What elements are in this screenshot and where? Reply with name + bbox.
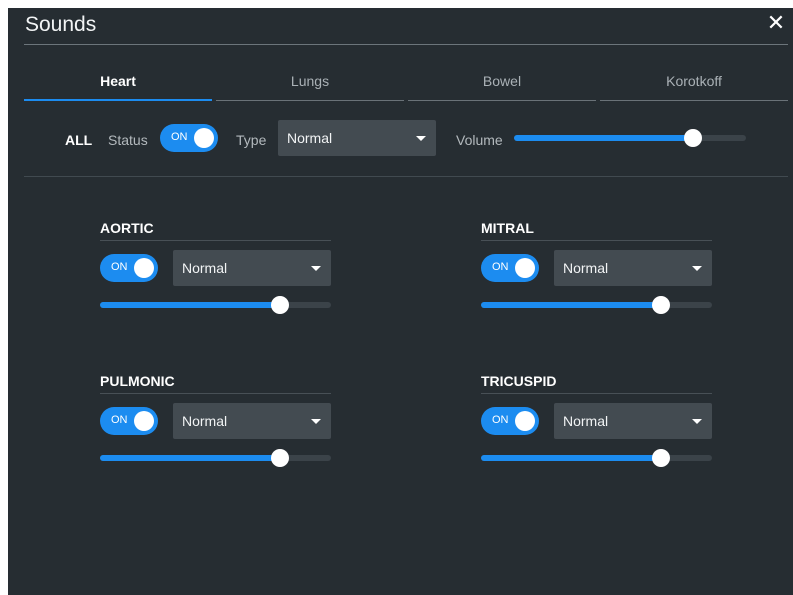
chevron-down-icon: [692, 266, 702, 271]
toggle-knob: [515, 411, 535, 431]
section-title: AORTIC: [100, 220, 331, 241]
toggle-state-label: ON: [111, 414, 128, 426]
section-tricuspid: TRICUSPID ON Normal: [481, 373, 712, 483]
toggle-knob: [134, 258, 154, 278]
chevron-down-icon: [311, 419, 321, 424]
divider: [24, 176, 788, 177]
tricuspid-volume-slider[interactable]: [481, 448, 712, 468]
dialog-title: Sounds: [25, 13, 97, 36]
type-select-value: Normal: [182, 260, 228, 276]
slider-fill: [100, 455, 281, 461]
toggle-state-label: ON: [492, 261, 509, 273]
slider-thumb[interactable]: [271, 296, 290, 314]
all-controls: ALL Status ON Type Normal Volume: [24, 120, 788, 156]
tricuspid-toggle[interactable]: ON: [481, 407, 539, 435]
aortic-toggle[interactable]: ON: [100, 254, 158, 282]
slider-fill: [514, 135, 693, 141]
all-label: ALL: [65, 132, 93, 148]
pulmonic-type-select[interactable]: Normal: [173, 403, 331, 439]
type-select-value: Normal: [287, 130, 333, 146]
sound-tabs: Heart Lungs Bowel Korotkoff: [24, 65, 788, 101]
slider-thumb[interactable]: [683, 129, 702, 147]
aortic-type-select[interactable]: Normal: [173, 250, 331, 286]
chevron-down-icon: [692, 419, 702, 424]
type-select-value: Normal: [182, 413, 228, 429]
close-icon[interactable]: ✕: [764, 11, 788, 35]
slider-fill: [481, 302, 662, 308]
slider-thumb[interactable]: [271, 449, 290, 467]
tab-bowel[interactable]: Bowel: [408, 65, 596, 101]
title-bar: Sounds ✕: [24, 8, 788, 45]
toggle-state-label: ON: [111, 261, 128, 273]
section-title: TRICUSPID: [481, 373, 712, 394]
tab-korotkoff[interactable]: Korotkoff: [600, 65, 788, 101]
slider-thumb[interactable]: [652, 296, 671, 314]
mitral-toggle[interactable]: ON: [481, 254, 539, 282]
type-label: Type: [236, 132, 267, 148]
chevron-down-icon: [311, 266, 321, 271]
toggle-state-label: ON: [492, 414, 509, 426]
section-aortic: AORTIC ON Normal: [100, 220, 331, 330]
slider-thumb[interactable]: [652, 449, 671, 467]
volume-label: Volume: [456, 132, 503, 148]
all-volume-slider[interactable]: [514, 128, 746, 148]
type-select-value: Normal: [563, 260, 609, 276]
toggle-state-label: ON: [171, 131, 188, 143]
section-title: MITRAL: [481, 220, 712, 241]
slider-fill: [100, 302, 281, 308]
slider-fill: [481, 455, 662, 461]
status-label: Status: [108, 132, 148, 148]
section-mitral: MITRAL ON Normal: [481, 220, 712, 330]
section-title: PULMONIC: [100, 373, 331, 394]
tab-heart[interactable]: Heart: [24, 65, 212, 101]
mitral-volume-slider[interactable]: [481, 295, 712, 315]
pulmonic-toggle[interactable]: ON: [100, 407, 158, 435]
section-pulmonic: PULMONIC ON Normal: [100, 373, 331, 483]
toggle-knob: [194, 128, 214, 148]
mitral-type-select[interactable]: Normal: [554, 250, 712, 286]
pulmonic-volume-slider[interactable]: [100, 448, 331, 468]
aortic-volume-slider[interactable]: [100, 295, 331, 315]
all-status-toggle[interactable]: ON: [160, 124, 218, 152]
chevron-down-icon: [416, 136, 426, 141]
tab-lungs[interactable]: Lungs: [216, 65, 404, 101]
tricuspid-type-select[interactable]: Normal: [554, 403, 712, 439]
type-select-value: Normal: [563, 413, 609, 429]
toggle-knob: [515, 258, 535, 278]
all-type-select[interactable]: Normal: [278, 120, 436, 156]
sounds-dialog: Sounds ✕ Heart Lungs Bowel Korotkoff ALL…: [8, 8, 793, 595]
toggle-knob: [134, 411, 154, 431]
